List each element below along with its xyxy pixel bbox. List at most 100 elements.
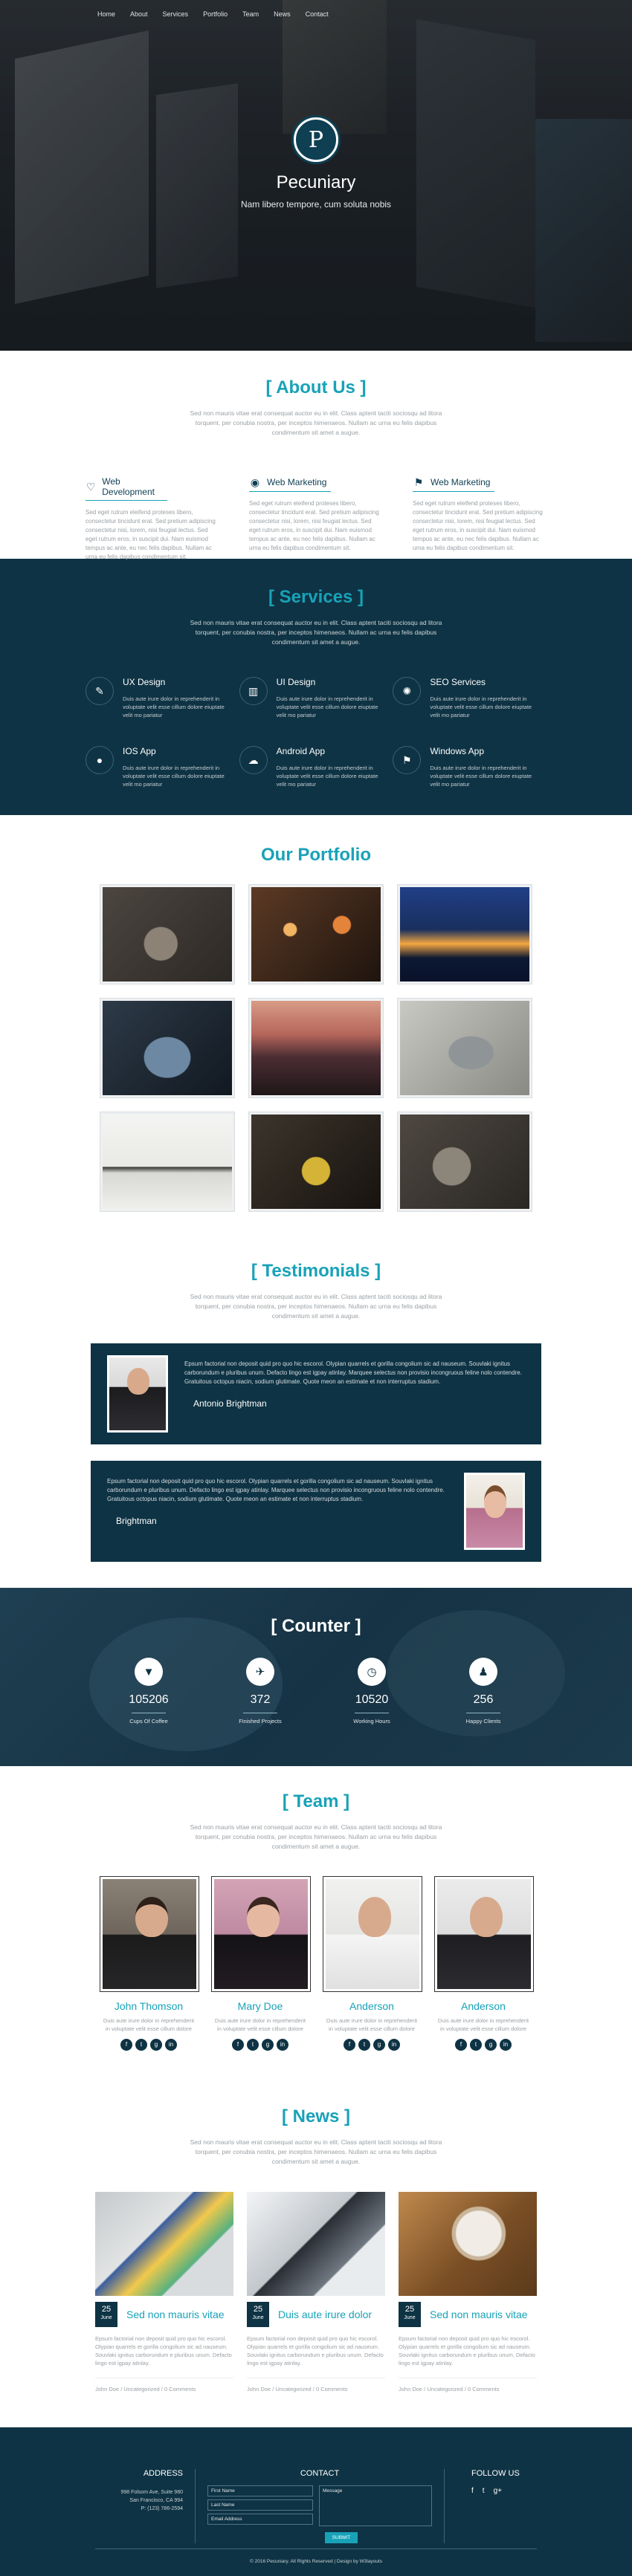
news-post-title[interactable]: Sed non mauris vitae [126,2309,225,2320]
social-links: f t g in [435,2039,532,2051]
facebook-icon[interactable]: f [455,2039,467,2051]
service-text: Duis aute irure dolor in reprehenderit i… [276,765,378,788]
hero-title: Pecuniary [276,172,356,192]
feature-item: ♡ Web Development Sed eget rutrum eleife… [86,476,219,562]
portfolio-image[interactable] [249,1112,383,1211]
twitter-icon[interactable]: t [135,2039,147,2051]
contact-title: CONTACT [300,2469,340,2478]
date-badge: 25 June [247,2302,269,2327]
member-name: Mary Doe [237,2000,283,2012]
megaphone-icon: ✈ [246,1658,274,1686]
facebook-icon[interactable]: f [120,2039,132,2051]
service-item: ● IOS App Duis aute irure dolor in repreh… [86,746,239,788]
message-field[interactable]: Message [319,2485,432,2526]
nav-news[interactable]: News [274,10,291,18]
testimonial-name: Antonio Brightman [193,1398,267,1409]
date-day: 25 [253,2305,263,2314]
portfolio-image[interactable] [100,999,234,1097]
linkedin-icon[interactable]: in [500,2039,512,2051]
portfolio-image[interactable] [249,885,383,984]
counter-section: [ Counter ] ▼ 105206 Cups Of Coffee ✈ 37… [0,1588,632,1766]
date-badge: 25 June [95,2302,117,2327]
team-list: John Thomson Duis aute irure dolor in re… [0,1877,632,2051]
date-day: 25 [101,2305,112,2314]
member-text: Duis aute irure dolor in reprehenderit i… [326,2017,418,2032]
last-name-field[interactable]: Last Name [207,2499,313,2511]
google-plus-icon[interactable]: g [373,2039,385,2051]
news-post-meta: John Doe / Uncategorized / 0 Comments [247,2378,385,2392]
counter-item: ◷ 10520 Working Hours [316,1658,428,1725]
service-text: Duis aute irure dolor in reprehenderit i… [430,695,532,718]
portfolio-image[interactable] [249,999,383,1097]
service-label: Windows App [430,746,485,756]
follow-icons: f t g+ [471,2487,539,2495]
member-photo [212,1877,310,1991]
about-intro: Sed non mauris vitae erat consequat auct… [190,409,442,436]
date-month: June [100,2315,112,2320]
apple-icon: ● [86,746,114,774]
twitter-icon[interactable]: t [470,2039,482,2051]
service-label: UX Design [123,677,166,687]
nav-home[interactable]: Home [97,10,115,18]
news-image[interactable] [95,2192,233,2296]
nav-contact[interactable]: Contact [306,10,329,18]
team-member: Anderson Duis aute irure dolor in repreh… [323,1877,422,2051]
member-photo [435,1877,533,1991]
service-label: SEO Services [430,677,486,687]
nav-about[interactable]: About [130,10,148,18]
submit-button[interactable]: SUBMIT [325,2532,358,2543]
member-photo [100,1877,199,1991]
news-post-meta: John Doe / Uncategorized / 0 Comments [399,2378,537,2392]
first-name-field[interactable]: First Name [207,2485,313,2496]
google-plus-icon[interactable]: g [485,2039,497,2051]
counter-item: ✈ 372 Finished Projects [204,1658,316,1725]
twitter-icon[interactable]: t [358,2039,370,2051]
windows-icon: ⚑ [393,746,422,774]
testimonials-intro: Sed non mauris vitae erat consequat auct… [190,1293,442,1320]
linkedin-icon[interactable]: in [388,2039,400,2051]
news-heading: 25 June Sed non mauris vitae [95,2302,233,2327]
member-name: John Thomson [114,2000,184,2012]
news-post-title[interactable]: Duis aute irure dolor [278,2309,372,2320]
twitter-icon[interactable]: t [247,2039,259,2051]
heart-icon: ♡ [86,481,96,493]
member-face [135,1897,168,1937]
news-image[interactable] [247,2192,385,2296]
facebook-icon[interactable]: f [344,2039,355,2051]
google-plus-icon[interactable]: g [150,2039,162,2051]
social-links: f t g in [323,2039,420,2051]
facebook-icon[interactable]: f [471,2487,474,2495]
linkedin-icon[interactable]: in [165,2039,177,2051]
portfolio-image[interactable] [100,885,234,984]
linkedin-icon[interactable]: in [277,2039,288,2051]
feature-item: ⚑ Web Marketing Sed eget rutrum eleifend… [413,476,546,562]
counter-value: 372 [250,1693,271,1706]
counter-item: ♟ 256 Happy Clients [428,1658,539,1725]
nav-services[interactable]: Services [163,10,189,18]
services-section: [ Services ] Sed non mauris vitae erat c… [0,559,632,815]
chart-icon: ▥ [239,677,268,705]
email-field[interactable]: Email Address [207,2514,313,2525]
google-plus-icon[interactable]: g [262,2039,274,2051]
portfolio-image[interactable] [398,999,532,1097]
news-post-meta: John Doe / Uncategorized / 0 Comments [95,2378,233,2392]
news-title: [ News ] [281,2106,350,2126]
follow-column: FOLLOW US f t g+ [445,2469,539,2543]
feature-heading: ♡ Web Development [86,476,167,501]
member-text: Duis aute irure dolor in reprehenderit i… [437,2017,529,2032]
nav-team[interactable]: Team [242,10,259,18]
news-post-title[interactable]: Sed non mauris vitae [430,2309,528,2320]
portfolio-image[interactable] [398,885,532,984]
twitter-icon[interactable]: t [483,2487,485,2495]
nav-portfolio[interactable]: Portfolio [203,10,228,18]
about-title: [ About Us ] [265,377,367,398]
service-text: Duis aute irure dolor in reprehenderit i… [430,765,532,788]
service-item: ▥ UI Design Duis aute irure dolor in repr… [239,677,393,719]
news-image[interactable] [399,2192,537,2296]
portfolio-grid [86,885,546,1211]
portfolio-image[interactable] [398,1112,532,1211]
facebook-icon[interactable]: f [232,2039,244,2051]
site-logo[interactable]: P [294,117,338,162]
google-plus-icon[interactable]: g+ [494,2487,502,2495]
portfolio-image[interactable] [100,1112,234,1211]
